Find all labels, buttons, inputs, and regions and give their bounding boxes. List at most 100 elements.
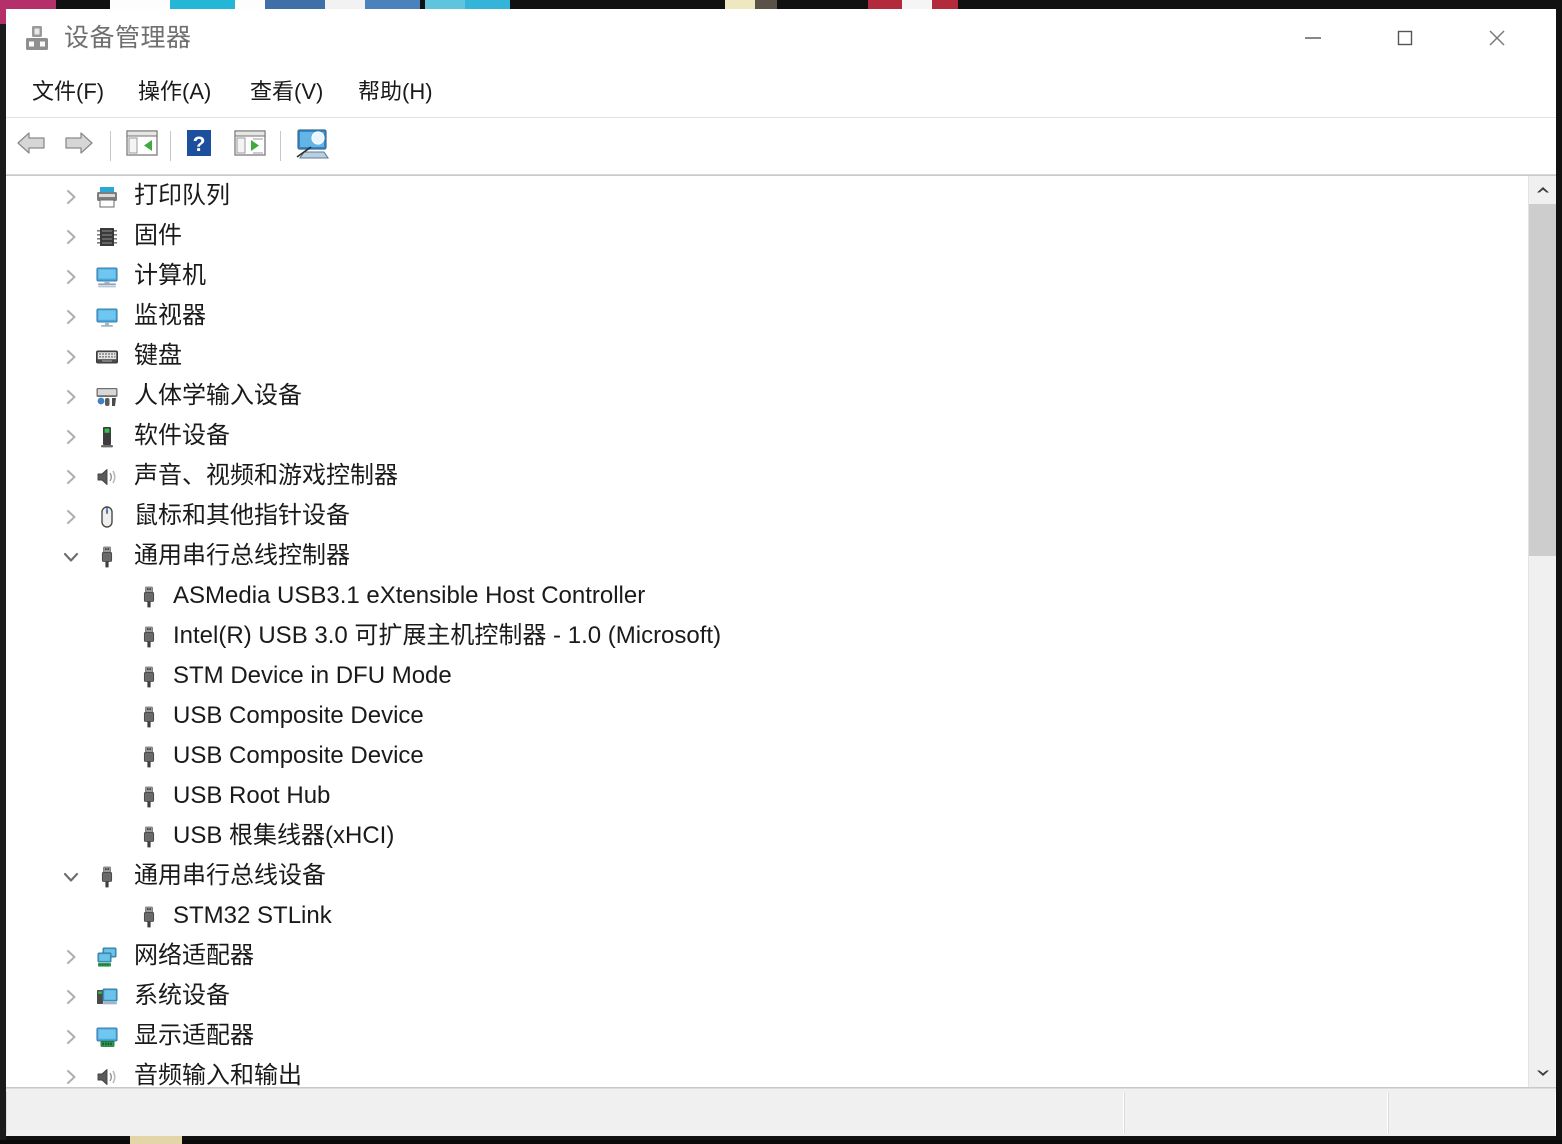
tree-row-label: USB 根集线器(xHCI) [173, 822, 395, 849]
usb-icon [143, 746, 155, 768]
usb-icon [143, 626, 155, 648]
usb-icon [137, 705, 161, 729]
help-question-icon: ? [187, 130, 211, 156]
menu-bar: 文件(F) 操作(A) 查看(V) 帮助(H) [6, 67, 1556, 118]
usb-icon [137, 585, 161, 609]
usb-icon [143, 906, 155, 928]
system-device-icon [97, 988, 118, 1005]
tree-row[interactable]: 计算机 [6, 256, 1528, 296]
tree-row[interactable]: USB Composite Device [6, 736, 1528, 776]
tree-row[interactable]: 键盘 [6, 336, 1528, 376]
forward-button[interactable] [60, 127, 100, 165]
tree-row[interactable]: 显示适配器 [6, 1016, 1528, 1056]
tree-row[interactable]: 网络适配器 [6, 936, 1528, 976]
tree-row[interactable]: 人体学输入设备 [6, 376, 1528, 416]
tree-row[interactable]: 通用串行总线控制器 [6, 536, 1528, 576]
scroll-down-button[interactable] [1529, 1059, 1556, 1087]
chevron-down-icon[interactable] [61, 856, 83, 896]
chevron-right-icon[interactable] [61, 1056, 83, 1087]
menu-help[interactable]: 帮助(H) [350, 76, 441, 108]
tree-row[interactable]: USB Composite Device [6, 696, 1528, 736]
scrollbar-thumb[interactable] [1529, 204, 1556, 556]
status-text-third [1389, 1092, 1399, 1134]
toolbar: ? [6, 118, 1556, 175]
chevron-right-icon[interactable] [61, 416, 83, 456]
maximize-button[interactable] [1374, 9, 1436, 67]
chevron-right-icon[interactable] [61, 496, 83, 536]
software-device-icon [101, 427, 113, 448]
chevron-right-icon[interactable] [61, 376, 83, 416]
speaker-icon [95, 1065, 119, 1087]
tree-row-label: 计算机 [134, 262, 206, 289]
tree-row[interactable]: 打印队列 [6, 176, 1528, 216]
scan-hardware-changes-button[interactable] [294, 127, 334, 165]
tree-row-label: USB Root Hub [173, 782, 331, 809]
speaker-icon [97, 469, 116, 485]
hid-device-icon [95, 385, 119, 409]
chevron-right-icon[interactable] [61, 976, 83, 1016]
tree-row[interactable]: 软件设备 [6, 416, 1528, 456]
printer-icon [95, 185, 119, 209]
tree-row-label: 软件设备 [134, 422, 230, 449]
tree-row-label: 人体学输入设备 [134, 382, 302, 409]
bg-bottom-accent [130, 1136, 182, 1144]
tree-row[interactable]: ASMedia USB3.1 eXtensible Host Controlle… [6, 576, 1528, 616]
tree-row-label: 鼠标和其他指针设备 [134, 502, 350, 529]
chevron-right-icon[interactable] [61, 256, 83, 296]
properties-button[interactable] [232, 127, 272, 165]
device-tree[interactable]: 打印队列 固件计算机监视器 键盘人体学输入设备 软件设备声音、视频和游戏控制器鼠标和其… [6, 176, 1528, 1087]
tree-row-label: USB Composite Device [173, 742, 424, 769]
tree-row[interactable]: 音频输入和输出 [6, 1056, 1528, 1087]
chevron-right-icon[interactable] [61, 936, 83, 976]
speaker-icon [97, 1069, 116, 1085]
tree-row[interactable]: STM32 STLink [6, 896, 1528, 936]
usb-icon [137, 905, 161, 929]
usb-icon [101, 546, 113, 568]
vertical-scrollbar[interactable] [1528, 176, 1556, 1087]
tree-row[interactable]: STM Device in DFU Mode [6, 656, 1528, 696]
scroll-up-button[interactable] [1529, 176, 1556, 204]
bg-bottom-edge [0, 1140, 1562, 1144]
chevron-right-icon[interactable] [61, 176, 83, 216]
close-button[interactable] [1466, 9, 1528, 67]
software-device-icon [95, 425, 119, 449]
tree-row[interactable]: USB 根集线器(xHCI) [6, 816, 1528, 856]
show-hide-console-tree-icon [126, 130, 158, 156]
monitor-icon [96, 308, 118, 327]
network-adapter-icon [95, 945, 119, 969]
menu-view[interactable]: 查看(V) [242, 76, 331, 108]
menu-file[interactable]: 文件(F) [24, 76, 112, 108]
display-adapter-icon [96, 1027, 118, 1047]
bg-window-strip [868, 0, 902, 9]
help-button[interactable]: ? [184, 127, 224, 165]
chevron-right-icon[interactable] [61, 216, 83, 256]
bg-window-strip [725, 0, 755, 9]
tree-row[interactable]: 系统设备 [6, 976, 1528, 1016]
bg-window-strip [902, 0, 932, 9]
chevron-right-icon[interactable] [61, 296, 83, 336]
tree-row[interactable]: 通用串行总线设备 [6, 856, 1528, 896]
status-text-main [7, 1092, 17, 1134]
tree-row[interactable]: 鼠标和其他指针设备 [6, 496, 1528, 536]
chevron-down-icon[interactable] [61, 536, 83, 576]
tree-row-label: 通用串行总线设备 [134, 862, 326, 889]
bg-window-strip [110, 0, 170, 9]
minimize-button[interactable] [1282, 9, 1344, 67]
chevron-right-icon[interactable] [61, 1016, 83, 1056]
toolbar-separator [110, 131, 111, 161]
menu-action[interactable]: 操作(A) [130, 76, 219, 108]
usb-icon [143, 706, 155, 728]
back-button[interactable] [14, 127, 54, 165]
status-bar [6, 1088, 1556, 1136]
usb-icon [143, 586, 155, 608]
show-hide-console-tree-button[interactable] [124, 127, 164, 165]
tree-row[interactable]: USB Root Hub [6, 776, 1528, 816]
tree-row[interactable]: 监视器 [6, 296, 1528, 336]
bg-window-strip [932, 0, 958, 9]
chevron-right-icon[interactable] [61, 456, 83, 496]
tree-row[interactable]: Intel(R) USB 3.0 可扩展主机控制器 - 1.0 (Microso… [6, 616, 1528, 656]
chevron-right-icon[interactable] [61, 336, 83, 376]
tree-row[interactable]: 固件 [6, 216, 1528, 256]
tree-row[interactable]: 声音、视频和游戏控制器 [6, 456, 1528, 496]
status-cell-main [6, 1092, 1124, 1134]
